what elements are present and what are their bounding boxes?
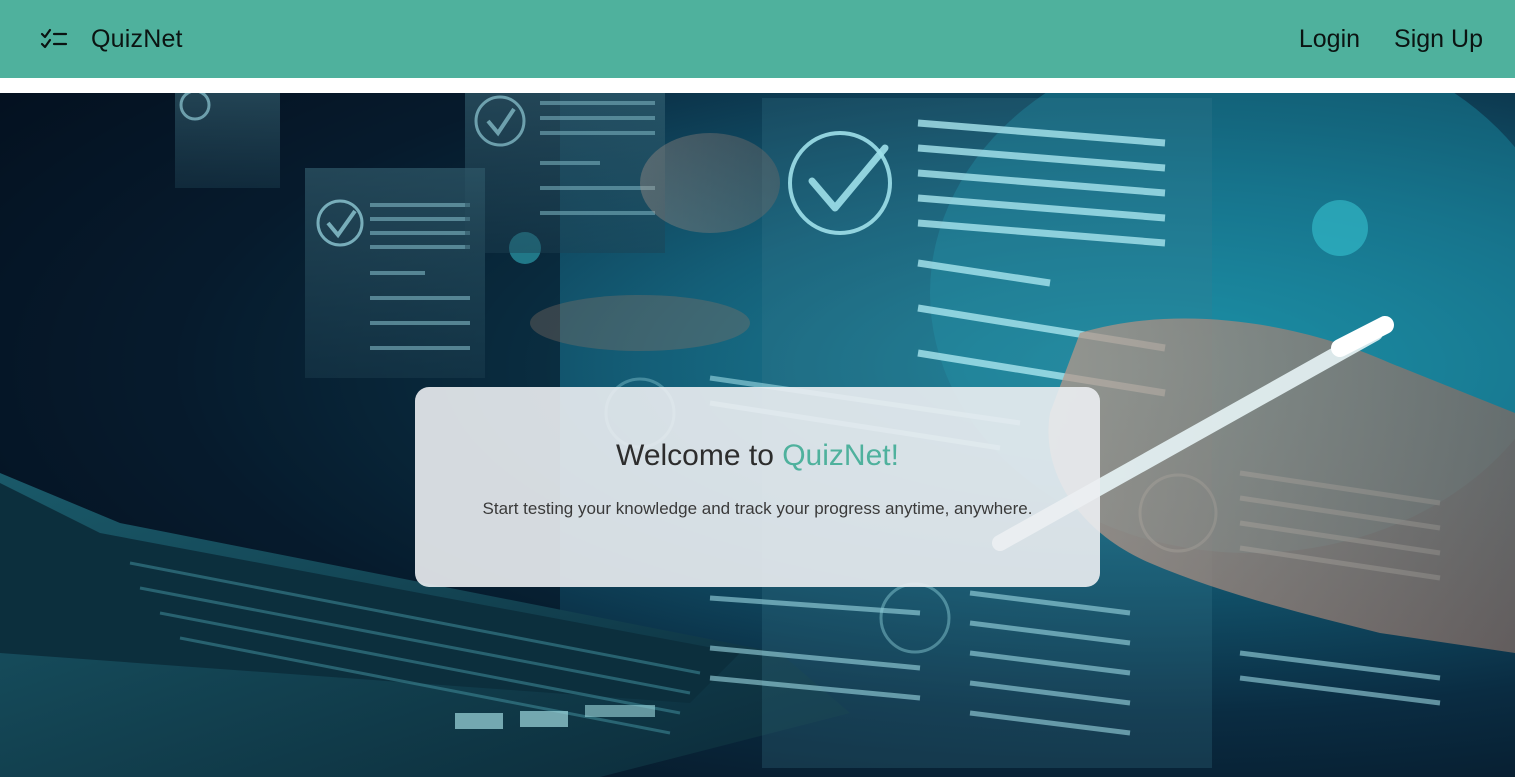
welcome-subtitle: Start testing your knowledge and track y… bbox=[482, 499, 1033, 518]
login-link[interactable]: Login bbox=[1299, 25, 1360, 54]
brand-logo-link[interactable]: QuizNet bbox=[40, 0, 183, 78]
welcome-title-prefix: Welcome to bbox=[616, 439, 783, 472]
welcome-title: Welcome to QuizNet! bbox=[415, 439, 1100, 473]
nav-links: Login Sign Up bbox=[1265, 0, 1483, 78]
signup-link[interactable]: Sign Up bbox=[1394, 25, 1483, 54]
welcome-title-brand: QuizNet! bbox=[782, 439, 899, 472]
hero-section: Welcome to QuizNet! Start testing your k… bbox=[0, 93, 1515, 777]
brand-name: QuizNet bbox=[91, 24, 183, 53]
welcome-card: Welcome to QuizNet! Start testing your k… bbox=[415, 387, 1100, 587]
checklist-icon bbox=[40, 28, 68, 50]
top-navbar: QuizNet Login Sign Up bbox=[0, 0, 1515, 78]
